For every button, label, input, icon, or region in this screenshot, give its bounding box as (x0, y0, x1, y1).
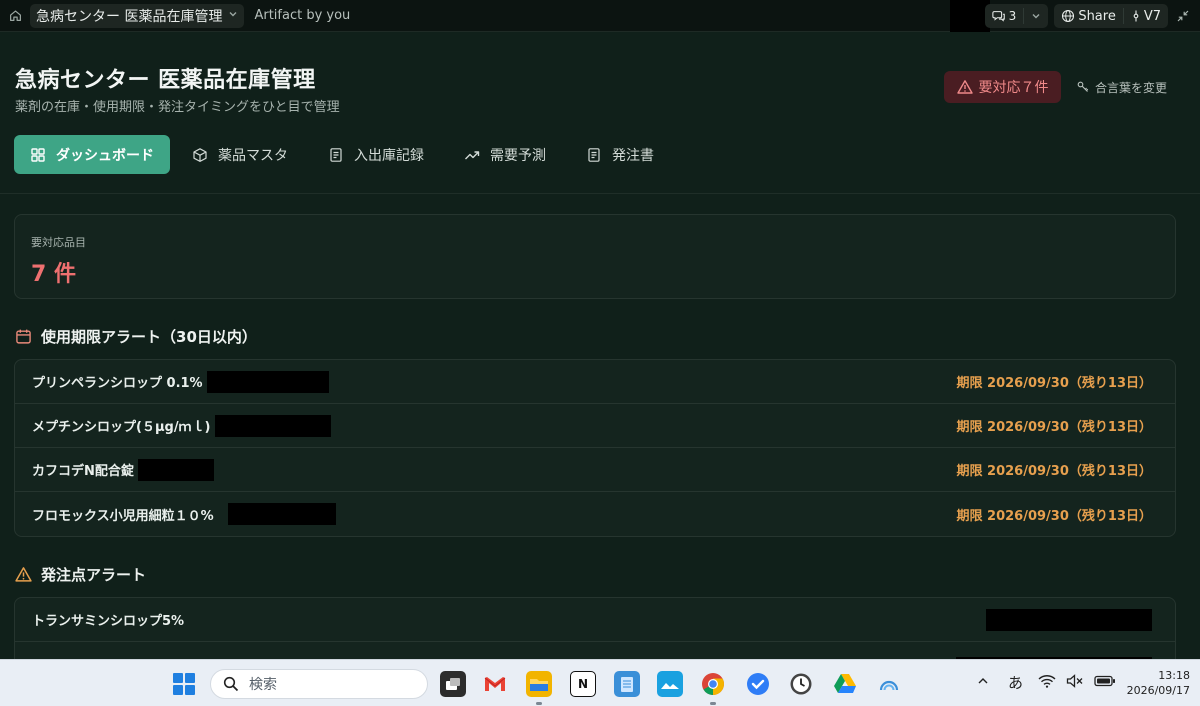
drug-name: トランサミンシロップ5% (32, 614, 185, 629)
notion-icon[interactable]: N (570, 671, 596, 697)
pending-items-card: 要対応品目 7 件 (14, 214, 1176, 299)
key-icon (1077, 81, 1089, 92)
drug-name: フロモックス小児用細粒１０% (32, 503, 336, 525)
system-clock[interactable]: 13:18 2026/09/17 (1127, 668, 1190, 698)
version-button[interactable]: V7 (1124, 4, 1168, 28)
list-item[interactable]: トランサミンシロップ5% (15, 598, 1175, 642)
page-title: 急病センター 医薬品在庫管理 (15, 68, 316, 93)
expiry-section-label: 使用期限アラート（30日以内） (41, 328, 257, 346)
warning-icon (15, 567, 32, 582)
photos-icon[interactable] (657, 671, 683, 697)
expiry-date: 期限 2026/09/30（残り13日） (956, 376, 1152, 391)
cube-icon (193, 147, 207, 162)
list-item[interactable]: フロモックス小児用細粒１０% 期限 2026/09/30（残り13日） (15, 492, 1175, 536)
notepad-icon[interactable] (614, 671, 640, 697)
drug-name: プリンペランシロップ 0.1% (32, 370, 329, 393)
battery-icon[interactable] (1094, 674, 1116, 692)
artifact-title-dropdown[interactable]: 急病センター 医薬品在庫管理 (30, 3, 245, 28)
search-icon (223, 676, 239, 692)
version-icon (1133, 10, 1139, 22)
list-item[interactable]: プリンペランシロップ 0.1% 期限 2026/09/30（残り13日） (15, 360, 1175, 404)
drug-name: カフコデN配合錠 (32, 458, 214, 481)
share-button[interactable]: Share (1054, 4, 1123, 28)
header-divider (0, 193, 1200, 194)
chevron-down-icon (1032, 14, 1040, 19)
redacted-text (227, 503, 336, 525)
list-item[interactable]: カフコデN配合錠 期限 2026/09/30（残り13日） (15, 448, 1175, 492)
redacted-text (206, 370, 329, 393)
tab-label: 需要予測 (490, 147, 546, 164)
expiry-date: 期限 2026/09/30（残り13日） (956, 420, 1152, 435)
pending-actions-button[interactable]: 要対応７件 (944, 71, 1061, 103)
pending-items-label: 要対応品目 (31, 236, 86, 249)
comment-icon (992, 11, 1005, 22)
taskbar-search-input[interactable]: 検索 (210, 669, 428, 699)
expiry-date: 期限 2026/09/30（残り13日） (956, 508, 1152, 524)
version-label: V7 (1143, 8, 1161, 24)
tab-label: 発注書 (612, 147, 654, 164)
tab-drug-master[interactable]: 薬品マスタ (174, 135, 306, 174)
artifact-title: 急病センター 医薬品在庫管理 (36, 8, 223, 25)
redacted-text (137, 458, 214, 481)
home-icon[interactable] (8, 9, 22, 23)
comments-control: 3 (984, 4, 1049, 28)
windows-start-icon[interactable] (173, 673, 195, 695)
comments-button[interactable]: 3 (985, 4, 1024, 28)
clock-date: 2026/09/17 (1126, 684, 1190, 697)
tab-purchase-order[interactable]: 発注書 (568, 135, 672, 174)
change-passphrase-button[interactable]: 合言葉を変更 (1077, 71, 1167, 103)
gmail-icon[interactable] (482, 671, 508, 697)
tab-demand-forecast[interactable]: 需要予測 (446, 135, 564, 174)
volume-muted-icon[interactable] (1066, 674, 1084, 692)
artifact-author: Artifact by you (254, 8, 351, 23)
tab-label: ダッシュボード (56, 147, 154, 164)
ime-indicator[interactable]: あ (1008, 672, 1023, 693)
task-view-icon[interactable] (440, 671, 466, 697)
pending-items-value: 7 件 (31, 262, 76, 287)
tab-stock-records[interactable]: 入出庫記録 (310, 135, 442, 174)
tab-label: 入出庫記録 (354, 147, 424, 164)
app-icon[interactable] (876, 671, 902, 697)
calendar-icon (16, 329, 31, 344)
os-taskbar: 検索 N あ 13:18 2026/09/17 (0, 659, 1200, 706)
reorder-section-title: 発注点アラート (15, 564, 146, 585)
reorder-section-label: 発注点アラート (41, 566, 147, 584)
comments-count: 3 (1008, 9, 1017, 23)
dashboard-icon (31, 147, 45, 162)
chevron-up-icon[interactable] (976, 674, 990, 692)
document-icon (588, 147, 600, 162)
change-passphrase-label: 合言葉を変更 (1095, 80, 1168, 95)
google-drive-icon[interactable] (832, 671, 858, 697)
chevron-down-icon (228, 9, 238, 22)
tab-label: 薬品マスタ (218, 147, 288, 164)
tab-dashboard[interactable]: ダッシュボード (14, 135, 170, 174)
document-icon (330, 147, 342, 162)
redacted-text (986, 608, 1152, 631)
clock-app-icon[interactable] (788, 671, 814, 697)
share-version-control: Share V7 (1054, 4, 1168, 28)
expiry-alert-list: プリンペランシロップ 0.1% 期限 2026/09/30（残り13日） メプチ… (14, 359, 1176, 537)
todo-icon[interactable] (745, 671, 771, 697)
topbar-actions: 3 Share V7 (984, 4, 1192, 28)
globe-icon (1062, 9, 1075, 23)
comments-dropdown[interactable] (1024, 4, 1048, 28)
chrome-icon[interactable] (700, 671, 726, 697)
warning-icon (956, 80, 973, 94)
search-placeholder: 検索 (249, 677, 277, 693)
clock-time: 13:18 (1158, 669, 1190, 682)
artifact-topbar: 急病センター 医薬品在庫管理 Artifact by you 3 Share V… (0, 0, 1200, 32)
share-label: Share (1078, 8, 1116, 24)
drug-name: メプチンシロップ(５μg/ｍｌ) (32, 414, 331, 437)
pending-actions-label: 要対応７件 (978, 80, 1049, 96)
trend-icon (465, 150, 480, 159)
page-subtitle: 薬剤の在庫・使用期限・発注タイミングをひと目で管理 (15, 100, 340, 115)
redacted-text (214, 414, 331, 437)
wifi-icon[interactable] (1038, 674, 1056, 692)
expiry-date: 期限 2026/09/30（残り13日） (956, 464, 1152, 479)
expiry-section-title: 使用期限アラート（30日以内） (15, 326, 257, 347)
list-item[interactable]: メプチンシロップ(５μg/ｍｌ) 期限 2026/09/30（残り13日） (15, 404, 1175, 448)
file-explorer-icon[interactable] (526, 671, 552, 697)
main-tabs: ダッシュボード 薬品マスタ 入出庫記録 需要予測 発注書 (14, 135, 672, 174)
collapse-icon[interactable] (1174, 7, 1192, 25)
